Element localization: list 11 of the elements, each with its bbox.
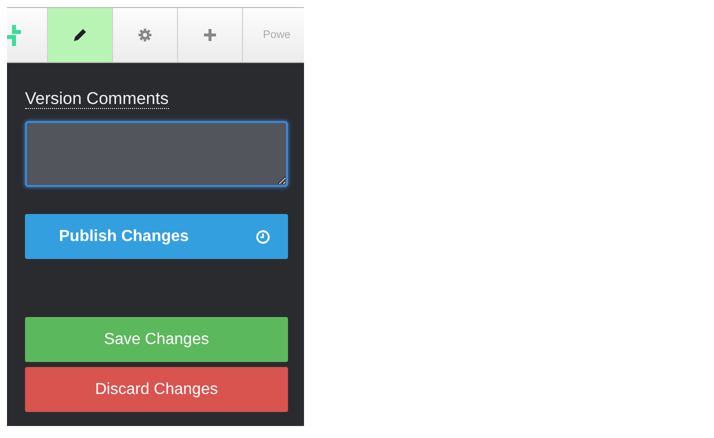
pencil-icon: [73, 28, 87, 42]
toolbar-tab[interactable]: Powe: [243, 8, 304, 62]
logo-icon: [7, 24, 21, 46]
publish-button[interactable]: Publish Changes: [25, 214, 288, 259]
field-label: Version Comments: [25, 89, 169, 109]
clock-icon: [256, 230, 270, 244]
plus-icon: [204, 29, 216, 41]
save-button[interactable]: Save Changes: [25, 317, 288, 362]
settings-icon: [138, 28, 152, 42]
comment-field[interactable]: [25, 121, 288, 187]
discard-button[interactable]: Discard Changes: [25, 367, 288, 412]
